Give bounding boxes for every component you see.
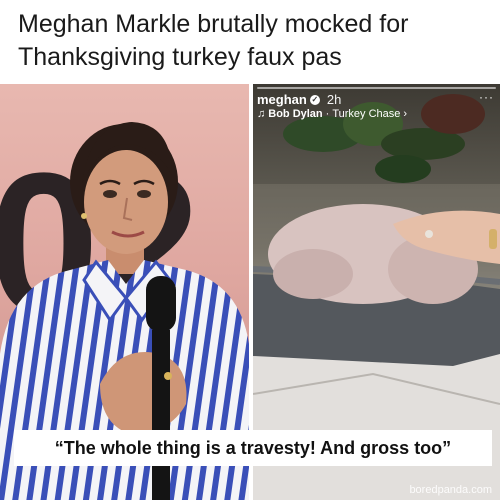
verified-check-icon: ✓ (309, 94, 320, 105)
music-note-icon: ♫ (257, 108, 266, 120)
story-header[interactable]: meghan ✓ 2h (257, 92, 341, 107)
music-track: Turkey Chase (332, 108, 401, 120)
headline-line-1: Meghan Markle brutally mocked for (18, 10, 409, 38)
watermark: boredpanda.com (409, 484, 492, 496)
story-progress-bar (257, 87, 496, 89)
chevron-right-icon: › (403, 108, 408, 120)
headline: Meghan Markle brutally mocked for Thanks… (18, 8, 488, 74)
story-music-attribution[interactable]: ♫ Bob Dylan · Turkey Chase › (257, 108, 407, 120)
quote-caption: “The whole thing is a travesty! And gros… (14, 430, 492, 466)
music-artist: Bob Dylan (268, 108, 323, 120)
quote-caption-text: “The whole thing is a travesty! And gros… (54, 437, 452, 458)
music-separator: · (325, 108, 330, 120)
headline-line-2: Thanksgiving turkey faux pas (18, 43, 342, 71)
story-time: 2h (326, 92, 342, 107)
story-username[interactable]: meghan (257, 92, 307, 107)
more-options-icon[interactable]: ··· (479, 90, 494, 104)
